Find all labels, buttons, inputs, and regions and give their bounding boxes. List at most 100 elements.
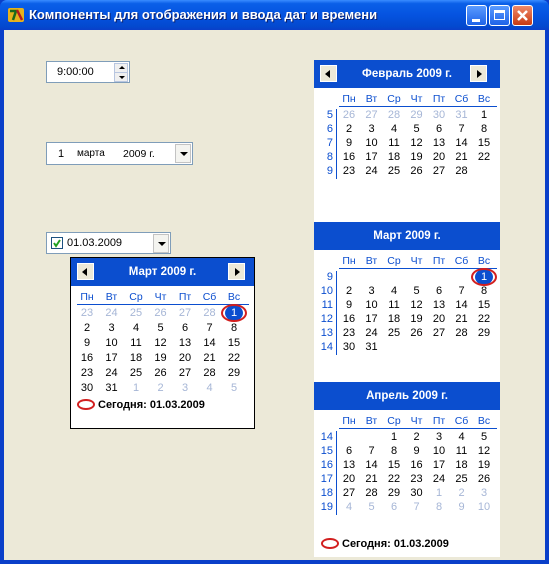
calendar-day[interactable]: 4 [341, 501, 357, 514]
date-month[interactable]: марта [77, 148, 105, 159]
calendar-day[interactable]: 10 [476, 501, 492, 514]
calendar-day[interactable]: 21 [364, 473, 380, 486]
calendar-day[interactable]: 1 [476, 109, 492, 122]
calendar-day[interactable]: 26 [153, 367, 169, 380]
calendar-day[interactable]: 20 [431, 151, 447, 164]
calendar-day[interactable]: 5 [409, 285, 425, 298]
calendar-day[interactable]: 27 [431, 165, 447, 178]
minimize-button[interactable] [466, 5, 487, 26]
calendar-day[interactable]: 25 [386, 165, 402, 178]
dropdown-button[interactable] [175, 144, 191, 163]
calendar-day[interactable]: 5 [226, 382, 242, 395]
calendar-day[interactable]: 9 [79, 337, 95, 350]
calendar-day[interactable]: 26 [476, 473, 492, 486]
calendar-day[interactable]: 22 [476, 313, 492, 326]
calendar-day[interactable]: 31 [104, 382, 120, 395]
calendar-day[interactable]: 13 [431, 299, 447, 312]
calendar-day[interactable]: 2 [409, 431, 425, 444]
calendar-day[interactable]: 27 [341, 487, 357, 500]
calendar-day[interactable]: 6 [431, 123, 447, 136]
calendar-day[interactable]: 4 [202, 382, 218, 395]
today-label[interactable]: Сегодня: 01.03.2009 [321, 538, 449, 550]
calendar-day[interactable]: 15 [226, 337, 242, 350]
calendar-day[interactable]: 13 [177, 337, 193, 350]
calendar-day[interactable]: 16 [79, 352, 95, 365]
calendar-day[interactable]: 23 [341, 327, 357, 340]
calendar-day[interactable]: 25 [128, 367, 144, 380]
calendar-day[interactable]: 9 [341, 299, 357, 312]
spin-down-button[interactable] [114, 72, 128, 82]
date-day[interactable]: 1 [58, 148, 64, 160]
calendar-day[interactable]: 18 [386, 313, 402, 326]
calendar-day[interactable]: 10 [104, 337, 120, 350]
calendar-day[interactable]: 7 [454, 285, 470, 298]
calendar-day[interactable]: 1 [128, 382, 144, 395]
calendar-day[interactable]: 3 [364, 285, 380, 298]
calendar-day[interactable]: 22 [226, 352, 242, 365]
calendar-day[interactable]: 3 [177, 382, 193, 395]
calendar-day[interactable]: 12 [153, 337, 169, 350]
date-check-picker[interactable]: 01.03.2009 [46, 232, 171, 254]
calendar-day[interactable]: 29 [409, 109, 425, 122]
calendar-day[interactable]: 17 [104, 352, 120, 365]
calendar-day[interactable]: 17 [431, 459, 447, 472]
calendar-day[interactable]: 19 [409, 313, 425, 326]
calendar-day[interactable]: 8 [386, 445, 402, 458]
calendar-day[interactable]: 19 [409, 151, 425, 164]
calendar-day[interactable]: 30 [431, 109, 447, 122]
calendar-day[interactable]: 8 [431, 501, 447, 514]
calendar-day[interactable]: 2 [341, 123, 357, 136]
calendar-day[interactable]: 10 [364, 299, 380, 312]
calendar-day[interactable]: 14 [364, 459, 380, 472]
calendar-day[interactable]: 8 [226, 322, 242, 335]
calendar-day[interactable]: 17 [364, 151, 380, 164]
calendar-day[interactable]: 15 [476, 137, 492, 150]
next-month-button[interactable] [470, 65, 487, 82]
next-month-button[interactable] [228, 263, 245, 280]
title-bar[interactable]: Компоненты для отображения и ввода дат и… [0, 0, 549, 30]
calendar-day[interactable]: 7 [409, 501, 425, 514]
calendar-day[interactable]: 3 [364, 123, 380, 136]
date-combo[interactable]: 1 марта 2009 г. [46, 142, 193, 165]
calendar-day[interactable]: 24 [364, 165, 380, 178]
calendar-day[interactable]: 2 [153, 382, 169, 395]
calendar-day[interactable]: 27 [431, 327, 447, 340]
prev-month-button[interactable] [77, 263, 94, 280]
calendar-day[interactable]: 30 [79, 382, 95, 395]
calendar-day[interactable]: 18 [386, 151, 402, 164]
calendar-day[interactable]: 1 [431, 487, 447, 500]
calendar-day[interactable]: 19 [153, 352, 169, 365]
calendar-day[interactable]: 3 [476, 487, 492, 500]
calendar-day[interactable]: 23 [409, 473, 425, 486]
calendar-day[interactable]: 29 [386, 487, 402, 500]
dropdown-button[interactable] [153, 234, 169, 253]
calendar-day[interactable]: 13 [431, 137, 447, 150]
calendar-day[interactable]: 11 [386, 137, 402, 150]
calendar-day[interactable]: 31 [454, 109, 470, 122]
calendar-day[interactable]: 30 [409, 487, 425, 500]
calendar-day[interactable]: 7 [202, 322, 218, 335]
calendar-day[interactable]: 6 [386, 501, 402, 514]
calendar-day[interactable]: 28 [202, 307, 218, 320]
calendar-day[interactable]: 5 [409, 123, 425, 136]
calendar-day[interactable]: 18 [454, 459, 470, 472]
date-year[interactable]: 2009 г. [123, 148, 155, 160]
calendar-day[interactable]: 5 [476, 431, 492, 444]
calendar-day[interactable]: 8 [476, 285, 492, 298]
calendar-day[interactable]: 2 [454, 487, 470, 500]
calendar-day[interactable]: 25 [386, 327, 402, 340]
calendar-day[interactable]: 16 [341, 151, 357, 164]
calendar-day[interactable]: 7 [454, 123, 470, 136]
calendar-day[interactable]: 23 [79, 307, 95, 320]
date-checkbox[interactable] [51, 237, 63, 249]
calendar-day[interactable]: 9 [454, 501, 470, 514]
calendar-day[interactable]: 19 [476, 459, 492, 472]
calendar-day[interactable]: 4 [386, 123, 402, 136]
calendar-day[interactable]: 26 [409, 327, 425, 340]
calendar-day[interactable]: 22 [476, 151, 492, 164]
calendar-day[interactable]: 1 [226, 307, 242, 320]
calendar-day[interactable]: 29 [476, 327, 492, 340]
calendar-day[interactable]: 26 [341, 109, 357, 122]
calendar-day[interactable]: 14 [454, 137, 470, 150]
calendar-day[interactable]: 21 [202, 352, 218, 365]
